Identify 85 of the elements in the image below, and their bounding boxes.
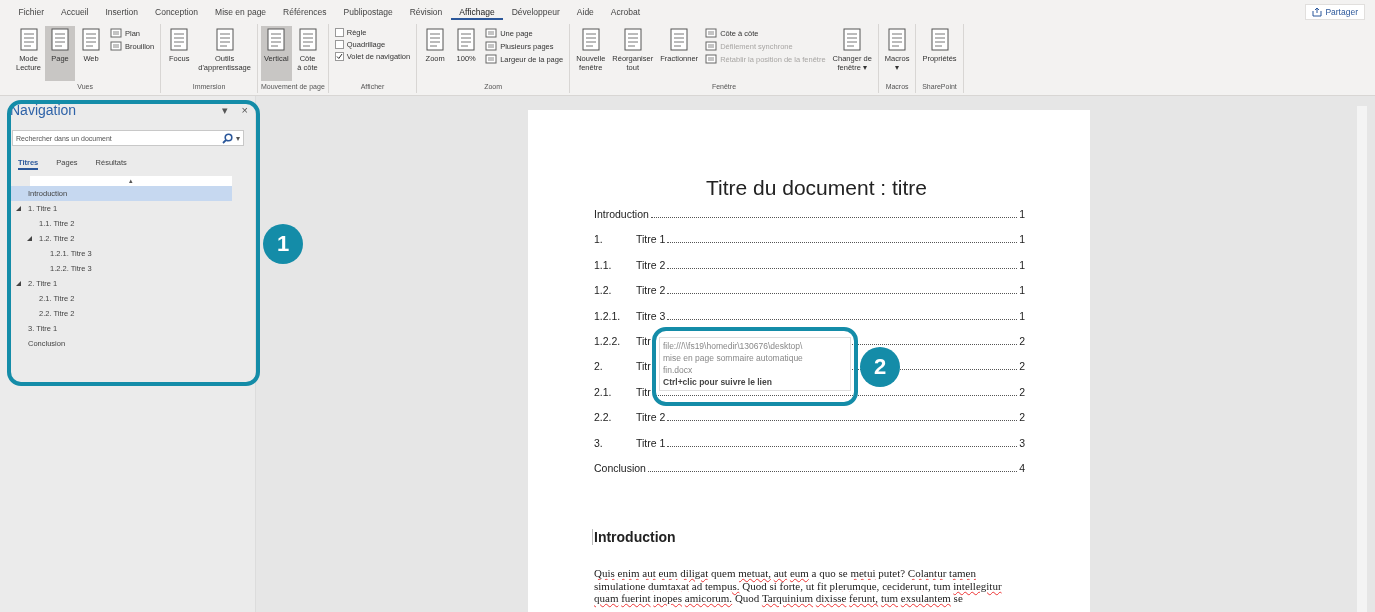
toc-entry[interactable]: Titre 2 xyxy=(636,284,666,297)
page-number: 1 xyxy=(1019,284,1025,297)
menu-tab[interactable]: Développeur xyxy=(503,4,569,20)
page-icon xyxy=(841,28,864,51)
page-icon xyxy=(49,28,72,51)
page-number: 2 xyxy=(1019,411,1025,424)
caret-icon[interactable]: ▾ xyxy=(236,133,240,143)
page-icon xyxy=(621,28,644,51)
toc-number: 1.2.1. xyxy=(594,309,622,322)
page-icon xyxy=(705,41,718,51)
menu-tab[interactable]: Aide xyxy=(568,4,603,20)
collapse-triangle-icon xyxy=(16,206,21,211)
pane-title: Navigation xyxy=(10,102,78,118)
page-icon xyxy=(455,28,478,51)
section-heading: Introduction xyxy=(592,529,1025,546)
toc-entry[interactable]: Titr xyxy=(636,334,651,347)
toc-number: 2. xyxy=(594,360,604,373)
page-icon xyxy=(705,28,718,38)
menu-tab[interactable]: Références xyxy=(274,4,336,20)
page-number: 1 xyxy=(1019,233,1025,246)
menu-tab[interactable]: Publipostage xyxy=(335,4,402,20)
toc-number: 1. xyxy=(594,233,604,246)
toc-entry[interactable]: Titr xyxy=(636,385,651,398)
page-icon xyxy=(705,54,718,64)
page-number: 2 xyxy=(1019,334,1025,347)
page-icon xyxy=(485,28,498,38)
menu-tab[interactable]: Insertion xyxy=(96,4,147,20)
page-icon xyxy=(296,28,319,51)
menu-tab[interactable]: Révision xyxy=(401,4,451,20)
menu-tab[interactable]: Acrobat xyxy=(602,4,649,20)
page-icon xyxy=(80,28,103,51)
page-icon xyxy=(17,28,40,51)
page-icon xyxy=(168,28,191,51)
menu-tab[interactable]: Fichier xyxy=(10,4,53,20)
document-title: Titre du document : titre xyxy=(705,176,928,200)
toc-number: 1.2.2. xyxy=(594,334,622,347)
toc-entry[interactable]: Titr xyxy=(636,360,651,373)
toc-number: 2.2. xyxy=(594,411,613,424)
menu-caret[interactable]: ▾ xyxy=(221,103,228,117)
toc-number: 2.1. xyxy=(594,385,613,398)
share-button[interactable]: Partager xyxy=(1305,4,1365,20)
page-icon xyxy=(110,41,123,51)
page-number: 1 xyxy=(1019,258,1025,271)
callout-number: 1 xyxy=(263,224,303,264)
collapse-triangle-icon xyxy=(16,281,21,286)
toc-entry[interactable]: Introduction xyxy=(594,208,649,220)
menu-tab[interactable]: Accueil xyxy=(52,4,97,20)
toc-number: 1.1. xyxy=(594,258,613,271)
page-icon xyxy=(886,28,909,51)
toc-entry[interactable]: Titre 2 xyxy=(636,411,666,424)
page-icon xyxy=(265,28,288,51)
body-paragraph: Quis enim aut eum diligat quem metuat, aut eum a quo se metui putet? Colantur tamen simulatione dumtaxat ad tempus. Quod si forte, ut fit plerumque, ceciderunt, tum intellegitur quam fuerint inopes amicorum. Quod Tarquinium dixisse ferunt, tum exsulantem se xyxy=(594,567,1003,605)
toc-number: 3. xyxy=(594,436,604,449)
page-number: 3 xyxy=(1019,436,1025,449)
checkbox-icon xyxy=(334,28,344,37)
menu-tab[interactable]: Affichage xyxy=(450,4,504,20)
page-number: 1 xyxy=(1019,309,1025,322)
search-icon xyxy=(222,132,233,144)
tooltip-hint: Ctrl+clic pour suivre le lien xyxy=(663,376,773,388)
page-icon xyxy=(485,41,498,51)
page-icon xyxy=(110,28,123,38)
page-number: 2 xyxy=(1019,385,1025,398)
toc-entry[interactable]: Conclusion xyxy=(594,461,646,474)
page-icon xyxy=(213,28,236,51)
toc-entry[interactable]: Titre 3 xyxy=(636,309,666,322)
page-icon xyxy=(579,28,602,51)
toc-number: 1.2. xyxy=(594,284,613,297)
link-path: file:///\\fs19\homedir\130676\desktop\ mise en page sommaire automatique fin.docx xyxy=(663,340,804,376)
toc-entry[interactable]: Titre 1 xyxy=(636,436,666,449)
checked-box-icon xyxy=(334,52,344,61)
page-icon xyxy=(424,28,447,51)
toc-entry[interactable]: Titre 2 xyxy=(636,258,666,271)
menu-tab[interactable]: Conception xyxy=(146,4,207,20)
collapse-triangle-icon xyxy=(27,236,32,241)
checkbox-icon xyxy=(334,40,344,49)
page-number: 2 xyxy=(1019,360,1025,373)
toc-entry[interactable]: Titre 1 xyxy=(636,233,666,246)
close-button[interactable]: × xyxy=(241,104,248,116)
share-icon xyxy=(1312,7,1323,17)
page-number: 4 xyxy=(1019,461,1025,474)
page-icon xyxy=(668,28,691,51)
page-number: 1 xyxy=(1019,208,1025,220)
menu-tab[interactable]: Mise en page xyxy=(206,4,275,20)
page-icon xyxy=(928,28,951,51)
page-icon xyxy=(485,54,498,64)
